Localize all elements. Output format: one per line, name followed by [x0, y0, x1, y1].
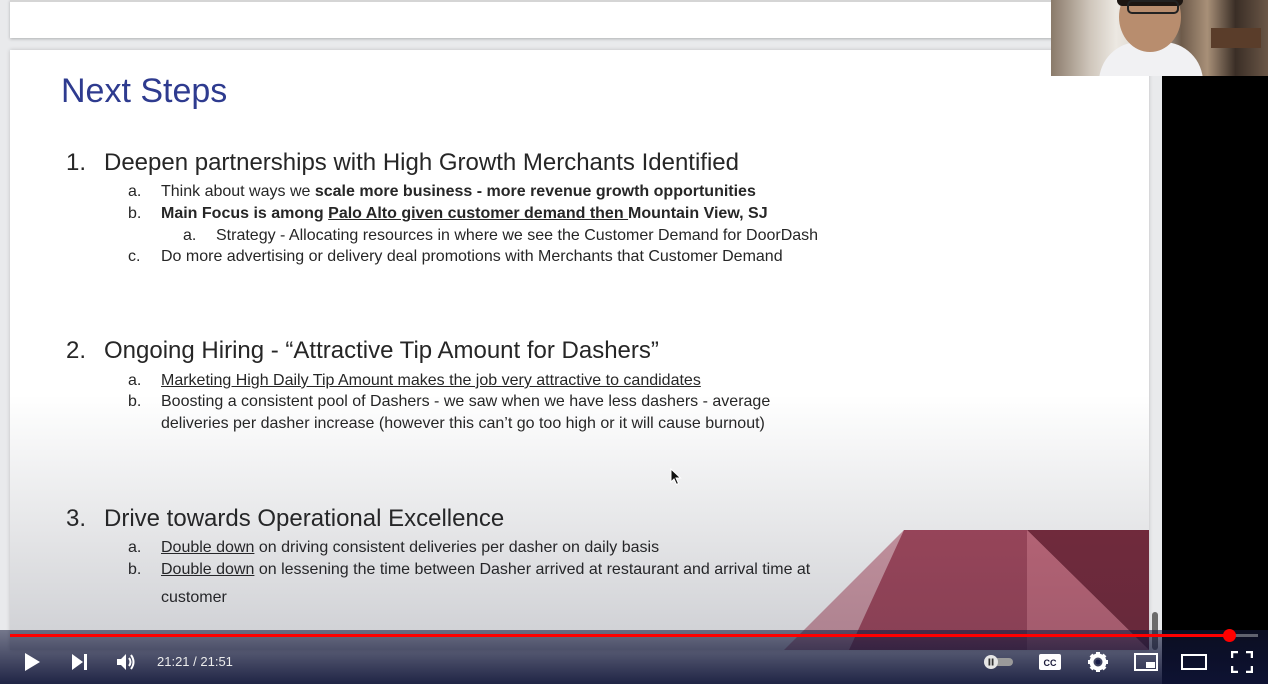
play-icon: [25, 653, 40, 671]
bullet-2b: b. Boosting a consistent pool of Dashers …: [128, 393, 771, 410]
bullet-3a: a. Double down on driving consistent deli…: [128, 539, 660, 556]
section-heading-3: 3. Drive towards Operational Excellence: [66, 505, 505, 532]
slide-title: Next Steps: [61, 72, 228, 110]
mouse-cursor-icon: [670, 468, 682, 486]
bullet-1b-a: a. Strategy - Allocating resources in whe…: [183, 227, 819, 244]
previous-slide-edge: [10, 0, 1155, 38]
theater-mode-button[interactable]: [1180, 648, 1208, 676]
section-heading-2: 2. Ongoing Hiring - “Attractive Tip Amoun…: [66, 337, 659, 364]
bullet-1b: b. Main Focus is among Palo Alto given cu…: [128, 205, 768, 222]
svg-text:CC: CC: [1044, 658, 1057, 668]
progress-bar[interactable]: [10, 629, 1258, 642]
fullscreen-button[interactable]: [1228, 648, 1256, 676]
time-display: 21:21 / 21:51: [157, 654, 233, 669]
webcam-background: [1211, 28, 1261, 48]
webcam-person-glasses: [1127, 0, 1179, 14]
miniplayer-icon: [1134, 653, 1158, 671]
bullet-2b-continued: deliveries per dasher increase (however …: [161, 415, 765, 432]
webcam-overlay: [1051, 0, 1268, 76]
fullscreen-icon: [1231, 651, 1253, 673]
progress-played: [10, 634, 1230, 637]
settings-icon: [1088, 652, 1108, 672]
letterbox-bar: [1162, 76, 1268, 684]
next-button[interactable]: [66, 648, 94, 676]
next-icon: [72, 654, 87, 670]
slide: Next Steps 1. Deepen partnerships with Hi…: [10, 50, 1149, 650]
bullet-2a: a. Marketing High Daily Tip Amount makes …: [128, 372, 701, 389]
volume-icon: [117, 654, 135, 670]
autoplay-toggle-icon: [984, 655, 1013, 669]
play-button[interactable]: [18, 648, 46, 676]
captions-icon: CC: [1039, 654, 1061, 670]
autoplay-toggle[interactable]: [982, 648, 1016, 676]
bullet-3b-continued: customer: [161, 589, 227, 606]
miniplayer-button[interactable]: [1132, 648, 1160, 676]
bullet-1a: a. Think about ways we scale more busines…: [128, 183, 756, 200]
theater-icon: [1181, 654, 1207, 670]
mute-button[interactable]: [113, 648, 141, 676]
captions-button[interactable]: CC: [1036, 648, 1064, 676]
settings-button[interactable]: [1084, 648, 1112, 676]
video-frame[interactable]: Next Steps 1. Deepen partnerships with Hi…: [0, 0, 1268, 684]
section-heading-1: 1. Deepen partnerships with High Growth M…: [66, 149, 739, 176]
bullet-1c: c. Do more advertising or delivery deal p…: [128, 248, 783, 265]
bullet-3b: b. Double down on lessening the time betw…: [128, 561, 811, 578]
